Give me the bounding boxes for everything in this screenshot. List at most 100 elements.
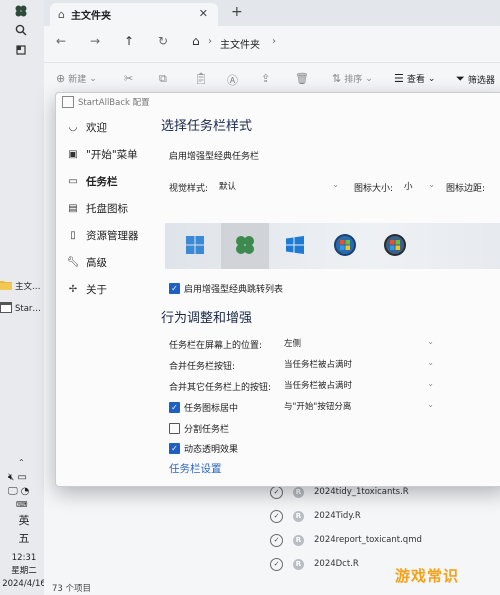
home-icon[interactable]: ⌂ (192, 34, 200, 48)
center-mode-select[interactable]: 与"开始"按钮分离 ⌄ (284, 398, 438, 414)
combine-buttons-select[interactable]: 当任务栏被占满时 ⌄ (284, 356, 438, 372)
delete-icon[interactable]: 🗑︎ (295, 72, 309, 85)
style-option-win7-orb-alt[interactable] (371, 223, 419, 269)
network-icon[interactable]: ◔ (21, 486, 30, 497)
keyboard-icon[interactable]: ⌨ (16, 500, 28, 509)
center-icons-label: 任务图标居中 (184, 403, 239, 414)
sidebar-item-label: 关于 (86, 283, 107, 296)
windows7-orb-icon (333, 233, 357, 260)
clock-weekday[interactable]: 星期二 (0, 565, 48, 578)
task-view-button[interactable] (12, 42, 30, 60)
combine-other-value: 当任务栏被占满时 (284, 381, 353, 391)
combine-other-select[interactable]: 当任务栏被占满时 ⌄ (284, 377, 438, 393)
back-arrow-icon[interactable]: ← (56, 34, 66, 48)
jumplist-label: 启用增强型经典跳转列表 (184, 284, 284, 295)
sidebar-item-taskbar[interactable]: ▭ 任务栏 (66, 171, 156, 191)
mute-speaker-icon[interactable]: 🔇︎ (8, 472, 14, 483)
file-name: 2024report_toxicant.qmd (314, 535, 422, 545)
style-option-win11[interactable] (171, 223, 219, 269)
address-breadcrumb[interactable]: 主文件夹 (220, 36, 260, 51)
sort-button[interactable]: ⇅ 排序 ⌄ (332, 72, 373, 85)
chevron-down-icon: ⌄ (427, 337, 434, 346)
sync-status-icon: ✓ (270, 533, 283, 547)
ime-language-indicator[interactable]: 英 (0, 514, 48, 527)
sidebar-item-label: 欢迎 (86, 121, 107, 134)
rename-icon[interactable]: Ⓐ (227, 72, 238, 88)
breadcrumb-separator: › (272, 36, 276, 47)
refresh-icon[interactable]: ↻ (158, 34, 168, 48)
windows10-logo-icon (285, 235, 305, 258)
style-option-clover[interactable] (221, 223, 269, 269)
combine-buttons-value: 当任务栏被占满时 (284, 360, 353, 370)
wrench-icon: 🔧︎ (66, 256, 80, 268)
tab-home-folder[interactable]: ⌂ 主文件夹 ✕ (50, 3, 218, 26)
list-item[interactable]: ✓ R 2024report_toxicant.qmd (266, 530, 500, 550)
close-tab-icon[interactable]: ✕ (199, 7, 208, 20)
tab-bar: ⌂ 主文件夹 ✕ + (44, 0, 500, 26)
chevron-down-icon: ⌄ (365, 73, 373, 84)
sidebar-item-start-menu[interactable]: ▣ "开始"菜单 (66, 144, 156, 164)
battery-icon[interactable]: ▭ (17, 472, 26, 483)
home-icon: ⌂ (58, 8, 65, 21)
clock-date[interactable]: 2024/4/16 (0, 578, 48, 591)
search-button[interactable] (12, 22, 30, 40)
list-item[interactable]: ✓ R 2024Tidy.R (266, 506, 500, 526)
dynamic-transparency-checkbox[interactable]: ✓ (169, 442, 180, 454)
split-taskbar-label: 分割任务栏 (184, 424, 230, 435)
command-bar: ⊕ 新建 ⌄ ✂ ⧉ 📋︎ Ⓐ ⇪ 🗑︎ ⇅ 排序 ⌄ ☰ 查看 ⌄ ⏷ 筛选器 (44, 62, 500, 93)
explorer-icon: ▯ (70, 229, 76, 241)
sidebar-item-explorer[interactable]: ▯ 资源管理器 (66, 225, 156, 245)
taskbar-style-picker (165, 223, 500, 269)
sidebar-item-label: 高级 (86, 256, 107, 269)
cut-icon[interactable]: ✂ (124, 72, 133, 85)
dynamic-transparency-checkbox-row[interactable]: ✓ 动态透明效果 (169, 441, 238, 455)
center-icons-checkbox-row[interactable]: ✓ 任务图标居中 (169, 400, 238, 414)
jumplist-checkbox[interactable]: ✓ (169, 282, 180, 294)
display-icon[interactable]: 🖵︎ (8, 486, 18, 497)
filter-button[interactable]: ⏷ 筛选器 (456, 72, 495, 86)
combine-buttons-label: 合并任务栏按钮: (169, 362, 236, 372)
settings-content: 选择任务栏样式 启用增强型经典任务栏 视觉样式: 默认 ⌄ 图标大小: 小 ⌄ … (161, 111, 500, 486)
new-tab-icon[interactable]: + (231, 4, 243, 20)
ime-mode-indicator[interactable]: 五 (0, 532, 48, 545)
start-button[interactable] (12, 3, 30, 21)
window-title: StartAllBack 配置 (78, 98, 150, 108)
up-arrow-icon[interactable]: ↑ (124, 34, 134, 48)
taskbar-icon: ▭ (68, 175, 78, 187)
chevron-down-icon: ⌄ (89, 73, 97, 84)
sidebar-item-tray-icons[interactable]: ▤ 托盘图标 (66, 198, 156, 218)
icon-size-select[interactable]: 小 ⌄ (404, 178, 439, 194)
copy-icon[interactable]: ⧉ (159, 72, 167, 86)
style-option-win7-orb[interactable] (321, 223, 369, 269)
position-select[interactable]: 左侧 ⌄ (284, 335, 438, 351)
jumplist-checkbox-row[interactable]: ✓ 启用增强型经典跳转列表 (169, 281, 283, 295)
view-button[interactable]: ☰ 查看 ⌄ (394, 72, 435, 85)
show-hidden-icons-chevron[interactable]: ⌃ (18, 458, 25, 467)
split-taskbar-checkbox-row[interactable]: 分割任务栏 (169, 421, 229, 435)
paste-icon[interactable]: 📋︎ (194, 72, 208, 85)
visual-style-label: 视觉样式: (169, 184, 209, 194)
file-name: 2024Dct.R (314, 559, 359, 569)
forward-arrow-icon[interactable]: → (90, 34, 100, 48)
clock-time[interactable]: 12:31 (0, 552, 48, 565)
center-icons-checkbox[interactable]: ✓ (169, 401, 180, 413)
sidebar-item-label: "开始"菜单 (86, 148, 138, 161)
visual-style-select[interactable]: 默认 ⌄ (219, 178, 343, 194)
share-icon[interactable]: ⇪ (261, 72, 270, 85)
navigation-bar: ← → ↑ ↻ ⌂ › 主文件夹 › (44, 28, 500, 56)
sidebar-item-welcome[interactable]: ◡ 欢迎 (66, 117, 156, 137)
sidebar-item-about[interactable]: ✢ 关于 (66, 279, 156, 299)
split-taskbar-checkbox[interactable] (169, 422, 180, 434)
new-button[interactable]: ⊕ 新建 ⌄ (56, 72, 97, 85)
filter-icon: ⏷ (456, 72, 465, 85)
sync-status-icon: ✓ (270, 485, 283, 499)
r-file-icon: R (293, 558, 304, 570)
sidebar-item-advanced[interactable]: 🔧︎ 高级 (66, 252, 156, 272)
new-button-label: 新建 (68, 75, 87, 85)
icon-size-value: 小 (404, 182, 413, 192)
list-item[interactable]: ✓ R 2024Dct.R (266, 554, 500, 574)
breadcrumb-separator: › (208, 36, 212, 47)
app-icon (62, 96, 74, 108)
style-option-win10[interactable] (271, 223, 319, 269)
taskbar-settings-link[interactable]: 任务栏设置 (169, 461, 222, 476)
